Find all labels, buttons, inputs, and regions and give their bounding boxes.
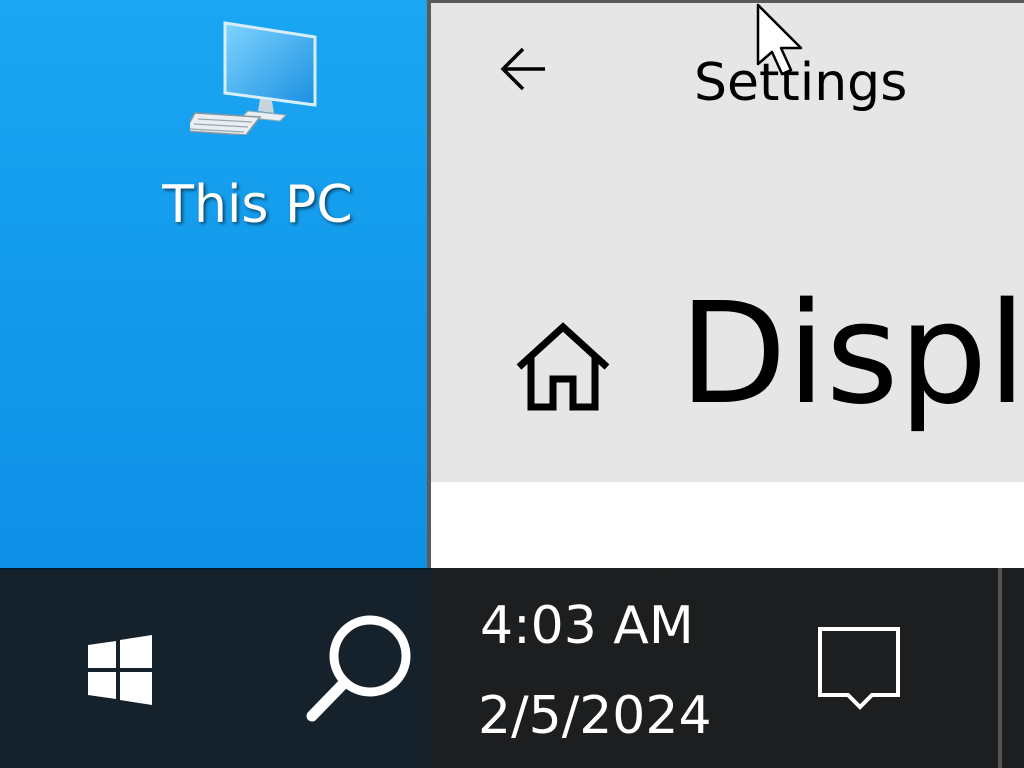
- page-title: Displa: [679, 273, 1024, 436]
- back-button[interactable]: [493, 41, 557, 97]
- home-icon[interactable]: [513, 321, 613, 413]
- search-button[interactable]: [290, 600, 430, 740]
- show-desktop-divider[interactable]: [998, 568, 1002, 768]
- action-center-button[interactable]: [800, 605, 920, 725]
- search-icon: [306, 615, 411, 722]
- screen: This PC Settings Displa Color: [0, 0, 1024, 768]
- desktop[interactable]: This PC: [0, 0, 430, 570]
- clock-date: 2/5/2024: [478, 686, 712, 746]
- windows-logo-icon: [88, 635, 152, 705]
- settings-window: Settings Displa Color: [431, 0, 1024, 570]
- taskbar-clock[interactable]: 4:03 AM 2/5/2024: [460, 582, 740, 752]
- desktop-icon-this-pc[interactable]: This PC: [150, 15, 365, 235]
- start-button[interactable]: [60, 600, 180, 740]
- mouse-cursor-icon: [755, 2, 815, 86]
- settings-header: Settings Displa: [431, 0, 1024, 482]
- clock-time: 4:03 AM: [480, 596, 694, 656]
- desktop-icon-label: This PC: [162, 175, 353, 235]
- back-arrow-icon: [500, 47, 545, 91]
- action-center-icon: [818, 627, 900, 710]
- computer-icon: [190, 21, 317, 135]
